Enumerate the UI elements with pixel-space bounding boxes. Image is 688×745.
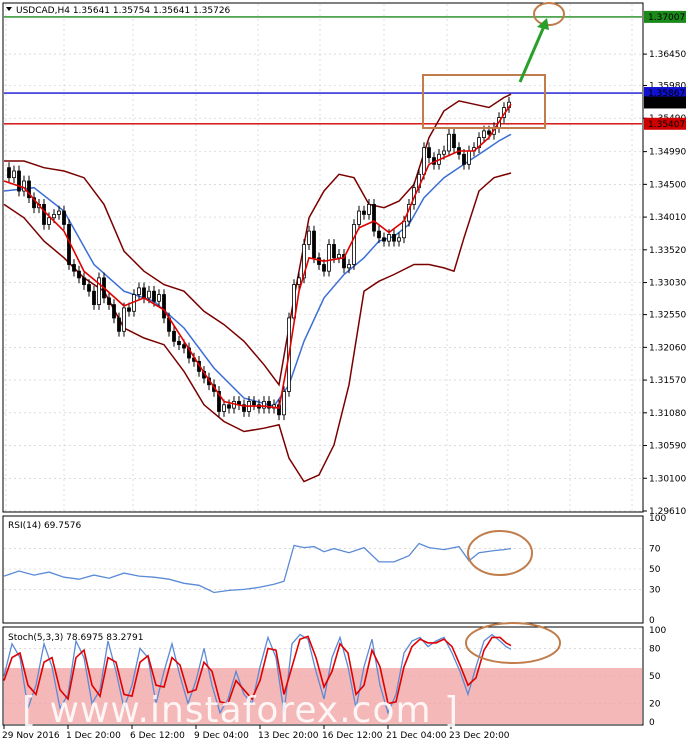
candle-body	[352, 224, 356, 265]
price-label-text: 1.35407	[648, 120, 685, 130]
candle-body	[482, 130, 486, 138]
candle-body	[52, 214, 56, 219]
candle-body	[387, 234, 391, 242]
price-tick-label: 1.34990	[649, 148, 686, 158]
candle-body	[422, 147, 426, 175]
price-tick-label: 1.30590	[649, 442, 686, 452]
candle-body	[47, 217, 51, 225]
price-tick-label: 1.31570	[649, 376, 686, 386]
candle-body	[392, 234, 396, 242]
stoch-tick-label: 100	[649, 626, 666, 636]
rsi-tick-label: 30	[649, 585, 661, 595]
candle-body	[137, 287, 141, 295]
candle-body	[367, 203, 371, 215]
time-tick-label: 29 Nov 2016	[2, 731, 60, 741]
candle-body	[62, 210, 66, 225]
watermark-text: [ www.instaforex.com ]	[22, 690, 459, 731]
candle-body	[82, 277, 86, 285]
candle-body	[252, 401, 256, 406]
candle-body	[327, 244, 331, 272]
candle-body	[372, 203, 376, 232]
candle-body	[377, 230, 381, 239]
candle-body	[442, 150, 446, 155]
time-tick-label: 13 Dec 20:00	[258, 731, 319, 741]
price-tick-label: 1.32550	[649, 311, 686, 321]
candle-body	[347, 264, 351, 269]
candle-body	[77, 270, 81, 279]
rsi-tick-label: 70	[649, 545, 661, 555]
candle-body	[312, 230, 316, 259]
stoch-title: Stoch(5,3,3) 78.6975 83.2791	[8, 633, 143, 643]
time-tick-label: 9 Dec 04:00	[194, 731, 249, 741]
time-tick-label: 23 Dec 20:00	[449, 731, 510, 741]
candle-body	[452, 133, 456, 149]
candle-body	[107, 297, 111, 305]
candle-body	[332, 244, 336, 259]
price-label-text: 1.37007	[648, 13, 685, 23]
stoch-tick-label: 0	[649, 718, 655, 728]
candle-body	[92, 290, 96, 305]
price-tick-label: 1.33520	[649, 246, 686, 256]
candle-body	[307, 230, 311, 245]
candle-body	[127, 307, 131, 312]
candle-body	[42, 203, 46, 225]
rsi-title: RSI(14) 69.7576	[8, 521, 81, 531]
candle-body	[297, 277, 301, 285]
time-tick-label: 1 Dec 20:00	[66, 731, 121, 741]
candle-body	[172, 330, 176, 342]
candle-body	[87, 284, 91, 292]
candle-body	[12, 170, 16, 179]
candle-body	[427, 147, 431, 159]
candle-body	[177, 340, 181, 346]
candle-body	[487, 130, 491, 135]
candle-body	[357, 210, 361, 225]
rsi-tick-label: 100	[649, 514, 666, 524]
stoch-tick-label: 20	[649, 700, 661, 710]
candle-body	[122, 307, 126, 332]
candle-body	[382, 237, 386, 242]
rsi-tick-label: 50	[649, 565, 661, 575]
price-tick-label: 1.30100	[649, 474, 686, 484]
price-tick-label: 1.34500	[649, 180, 686, 190]
candle-body	[72, 264, 76, 272]
candle-body	[162, 294, 166, 319]
forex-chart: 1.364501.359801.354901.349901.345001.340…	[0, 0, 688, 745]
candle-body	[17, 170, 21, 192]
price-tick-label: 1.33030	[649, 279, 686, 289]
candle-body	[322, 264, 326, 272]
price-label-text: 1.35726	[648, 98, 685, 108]
time-tick-label: 16 Dec 12:00	[322, 731, 383, 741]
candle-body	[182, 344, 186, 349]
candle-body	[462, 153, 466, 165]
candle-body	[467, 150, 471, 165]
candle-body	[112, 304, 116, 319]
candle-body	[57, 210, 61, 215]
candle-body	[402, 220, 406, 239]
candle-body	[142, 287, 146, 299]
candle-body	[152, 290, 156, 302]
candle-body	[117, 317, 121, 332]
stoch-tick-label: 50	[649, 672, 661, 682]
rsi-tick-label: 0	[649, 616, 655, 626]
time-tick-label: 21 Dec 04:00	[386, 731, 447, 741]
candle-body	[397, 237, 401, 242]
candle-body	[337, 254, 341, 259]
candle-body	[262, 401, 266, 409]
price-tick-label: 1.36450	[649, 50, 686, 60]
stoch-tick-label: 80	[649, 644, 661, 654]
chart-title: USDCAD,H4 1.35641 1.35754 1.35641 1.3572…	[16, 6, 231, 16]
candle-body	[157, 294, 161, 302]
candle-body	[447, 133, 451, 152]
price-tick-label: 1.34010	[649, 213, 686, 223]
candle-body	[222, 404, 226, 412]
candle-body	[362, 210, 366, 215]
time-tick-label: 6 Dec 12:00	[130, 731, 185, 741]
price-tick-label: 1.32060	[649, 343, 686, 353]
price-tick-label: 1.31080	[649, 409, 686, 419]
candle-body	[147, 290, 151, 299]
candle-body	[282, 391, 286, 416]
candle-body	[227, 404, 231, 409]
candle-body	[7, 167, 11, 179]
candle-body	[317, 257, 321, 265]
